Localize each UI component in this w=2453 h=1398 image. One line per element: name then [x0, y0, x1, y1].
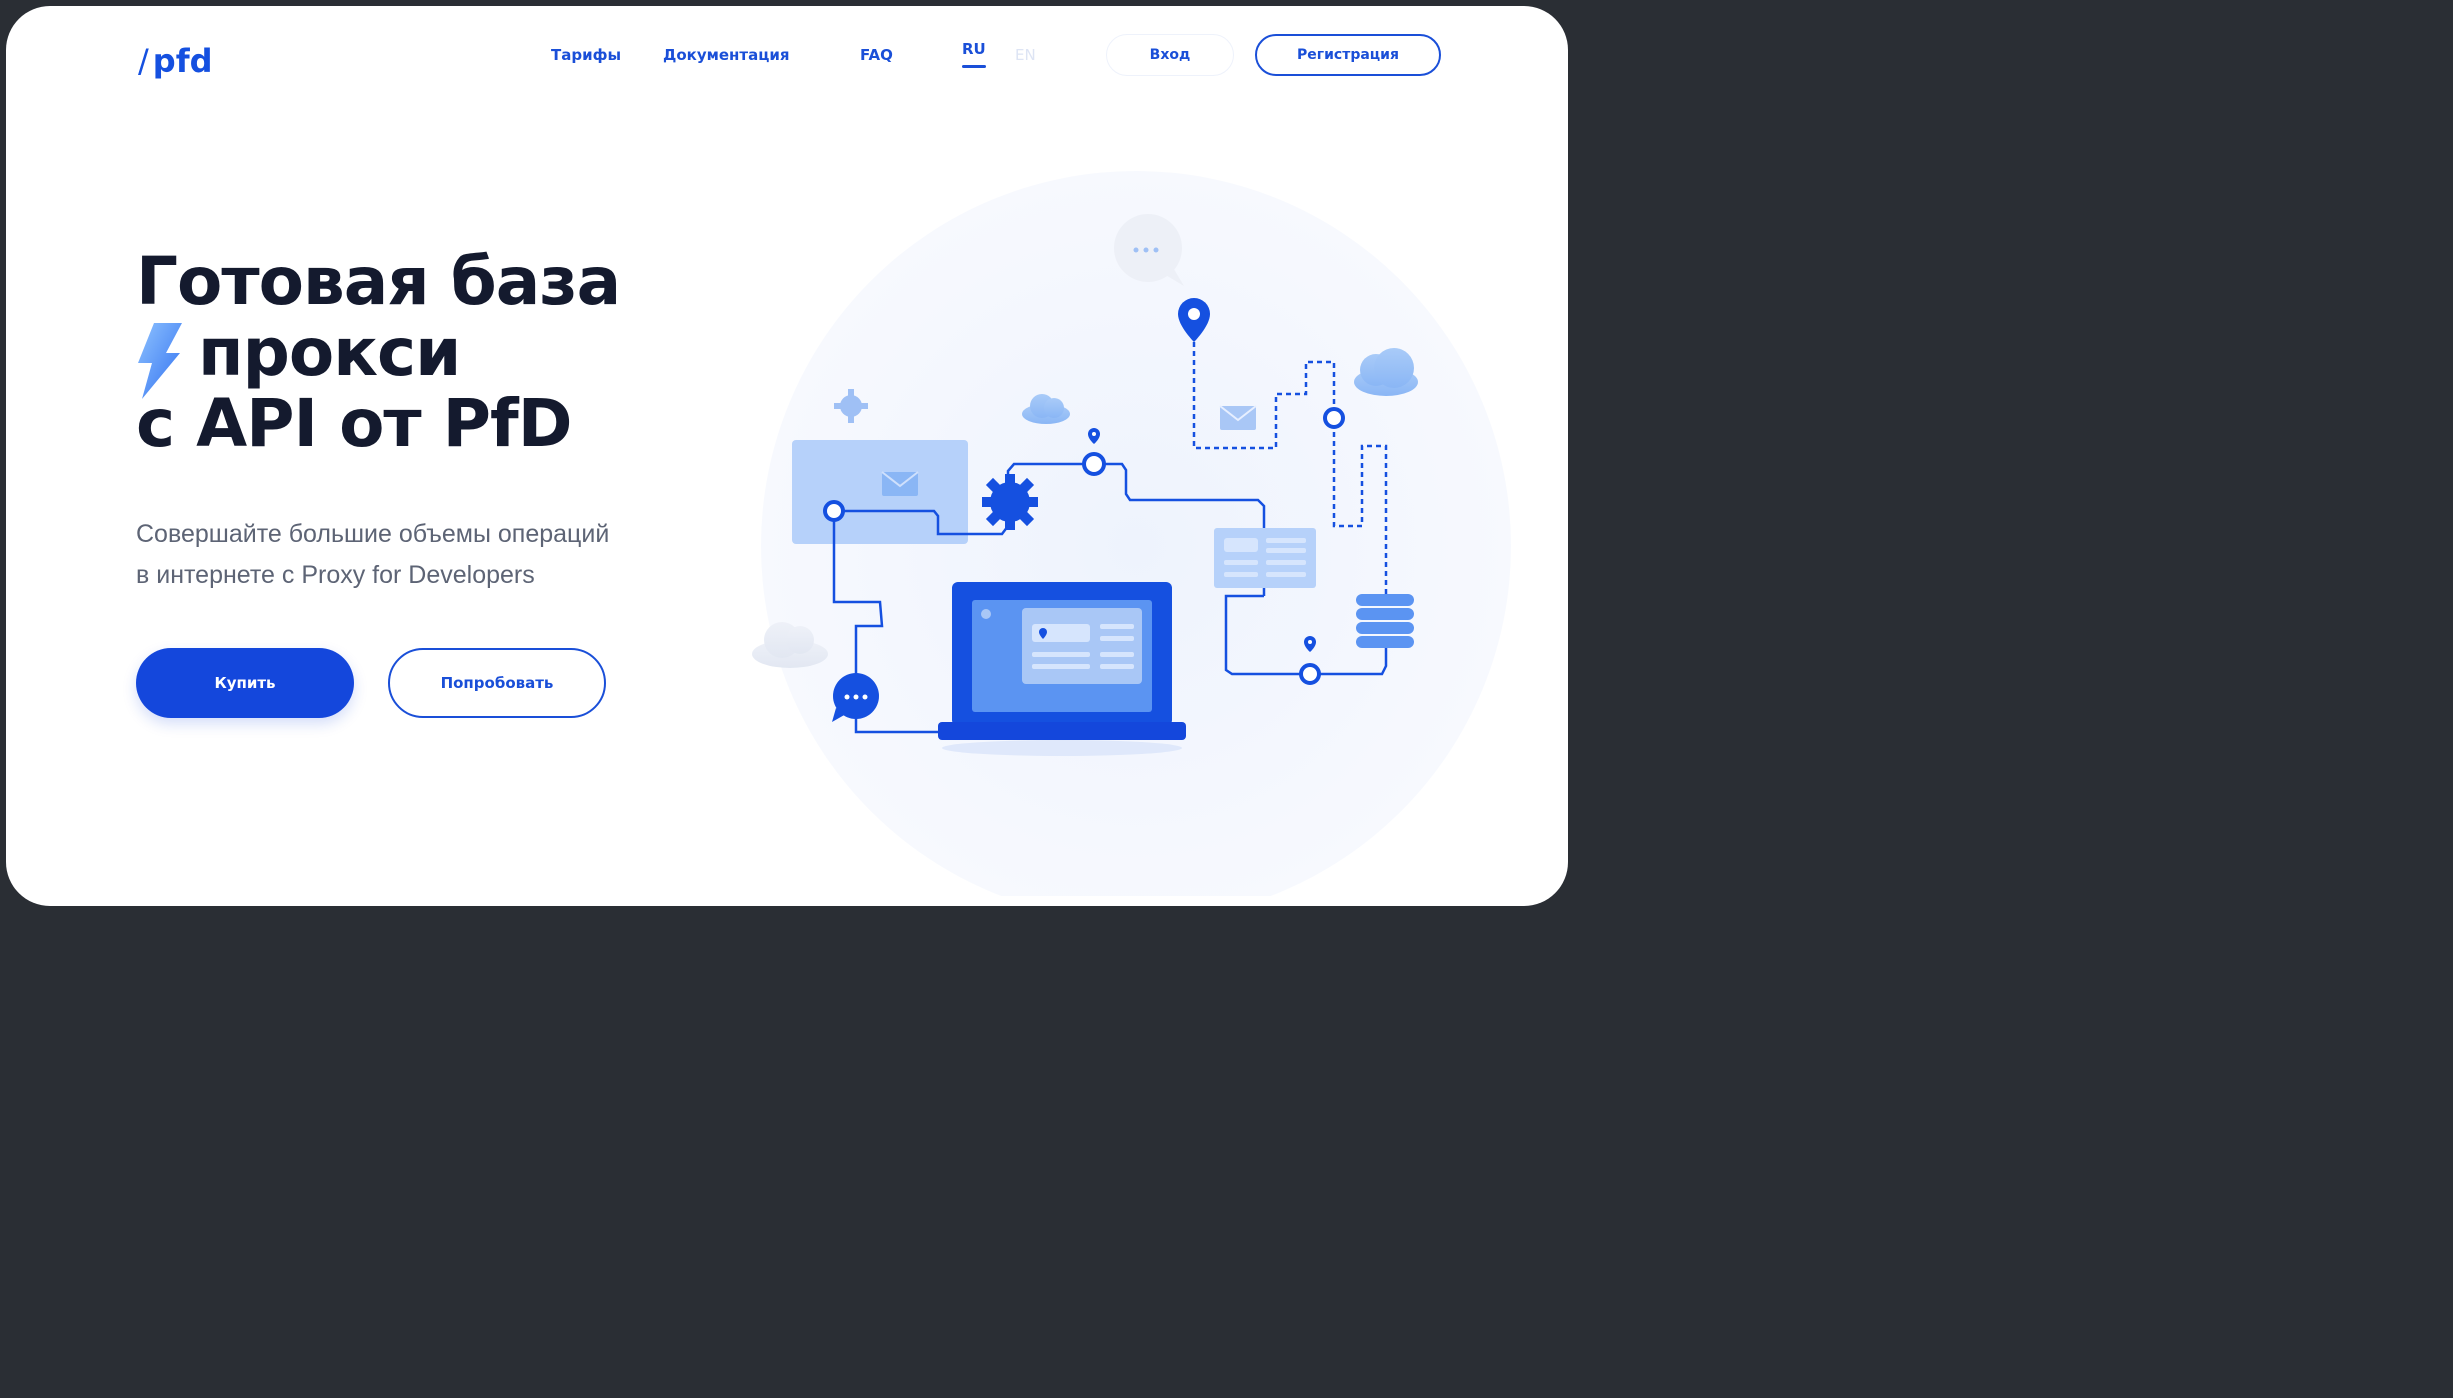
hero-subtitle: Совершайте большие объемы операций в инт… — [136, 514, 696, 596]
logo[interactable]: / pfd — [138, 42, 213, 80]
page-frame: / pfd Тарифы Документация FAQ RU EN Вход … — [6, 6, 1568, 906]
hero-title-line-3: с API от PfD — [136, 385, 573, 462]
laptop-icon — [938, 582, 1186, 756]
hero-title: Готовая база прокси с API от PfD — [136, 243, 621, 462]
lang-switch-ru[interactable]: RU — [962, 40, 986, 68]
nav-link-tariffs[interactable]: Тарифы — [551, 46, 621, 64]
envelope-icon — [1219, 405, 1257, 430]
network-illustration — [752, 171, 1511, 896]
nav-link-faq[interactable]: FAQ — [860, 46, 893, 64]
hero-subtitle-line-1: Совершайте большие объемы операций — [136, 520, 610, 548]
envelope-icon — [881, 471, 919, 496]
hero-title-line-1: Готовая база — [136, 243, 621, 320]
register-button[interactable]: Регистрация — [1255, 34, 1441, 76]
hero-title-line-2: прокси — [136, 314, 620, 399]
nav-link-docs[interactable]: Документация — [663, 46, 790, 64]
buy-button[interactable]: Купить — [136, 648, 354, 718]
data-panel — [1214, 528, 1316, 588]
lightning-icon — [138, 323, 182, 399]
hero-title-line-2-text: прокси — [198, 314, 461, 391]
logo-text: pfd — [152, 42, 213, 80]
hero-subtitle-line-2: в интернете с Proxy for Developers — [136, 561, 535, 589]
logo-slash: / — [138, 42, 149, 80]
try-button[interactable]: Попробовать — [388, 648, 606, 718]
login-button[interactable]: Вход — [1106, 34, 1234, 76]
gear-icon — [982, 474, 1038, 530]
lang-switch-en[interactable]: EN — [1015, 46, 1036, 64]
email-card — [792, 440, 968, 544]
